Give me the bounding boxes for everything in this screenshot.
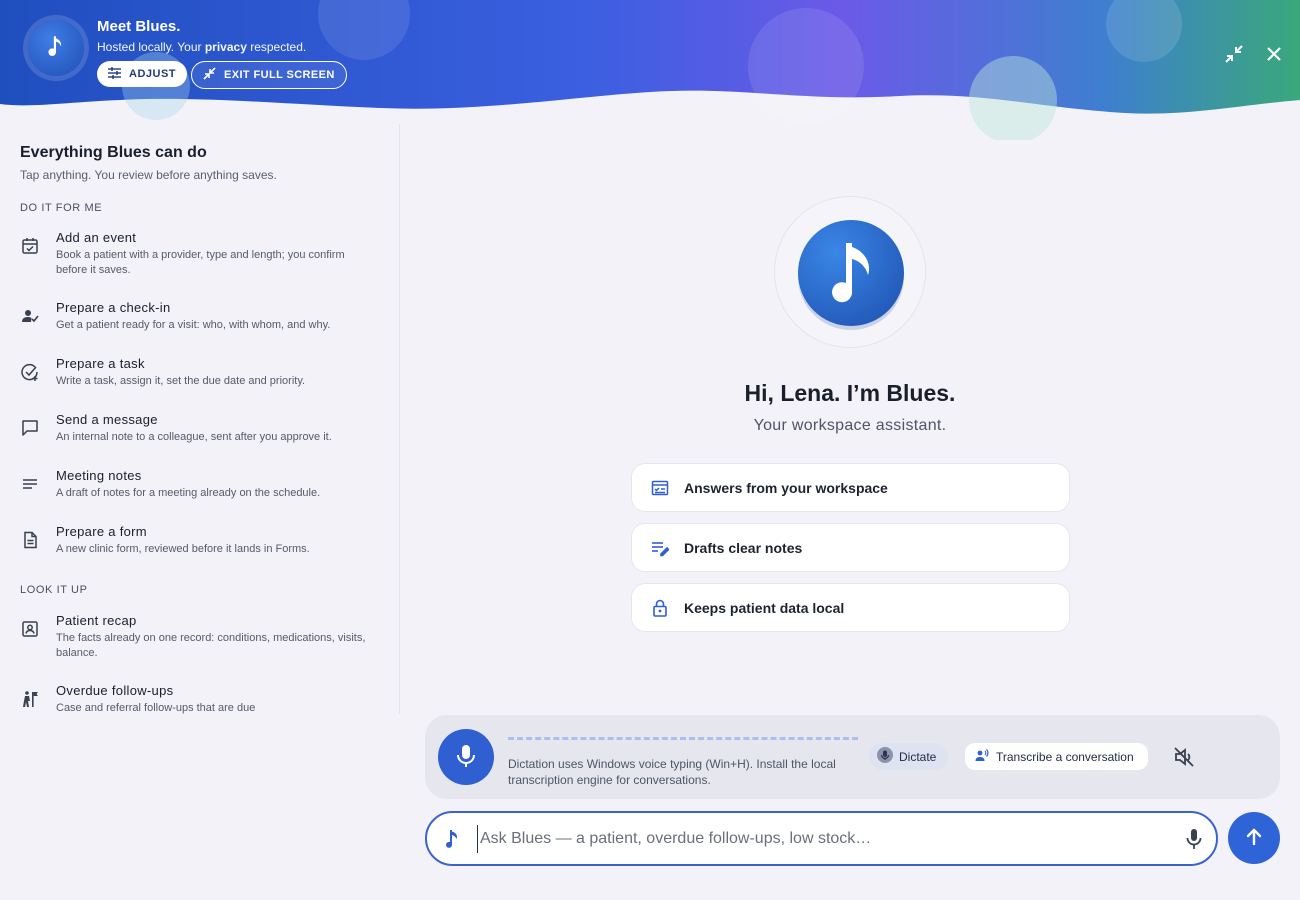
feature-label: Keeps patient data local <box>684 599 845 616</box>
item-description: Get a patient ready for a visit: who, wi… <box>56 319 331 331</box>
item-description: Case and referral follow-ups that are du… <box>56 702 256 714</box>
document-icon <box>20 530 40 550</box>
microphone-icon[interactable] <box>1182 827 1206 851</box>
music-note-icon <box>822 239 880 308</box>
lock-icon <box>650 598 670 618</box>
edit-notes-icon <box>650 538 670 558</box>
item-title: Prepare a check-in <box>56 300 171 315</box>
calendar-check-icon <box>20 236 40 256</box>
sidebar-item-overdue-follow-ups[interactable]: Overdue follow-ups Case and referral fol… <box>14 683 384 714</box>
feature-label: Answers from your workspace <box>684 479 888 496</box>
section-do-it-for-me: DO IT FOR ME <box>20 202 103 214</box>
blues-logo <box>28 20 84 76</box>
exit-fullscreen-button[interactable]: EXIT FULL SCREEN <box>191 61 347 89</box>
item-title: Meeting notes <box>56 468 142 483</box>
waveform-placeholder <box>508 737 858 740</box>
blues-avatar <box>798 220 904 326</box>
task-add-icon <box>20 362 40 382</box>
dictate-button[interactable]: Dictate <box>869 743 949 770</box>
header-subtitle: Hosted locally. Your privacy respected. <box>97 40 306 54</box>
patient-card-icon <box>20 619 40 639</box>
transcribe-label: Transcribe a conversation <box>996 749 1134 764</box>
item-description: A draft of notes for a meeting already o… <box>56 487 321 499</box>
sidebar-item-check-in[interactable]: Prepare a check-in Get a patient ready f… <box>14 300 384 352</box>
send-button[interactable] <box>1228 812 1280 864</box>
header-title: Meet Blues. <box>97 18 181 35</box>
item-description: Book a patient with a provider, type and… <box>56 249 345 276</box>
collapse-icon[interactable] <box>1222 42 1246 66</box>
sliders-icon <box>108 66 121 82</box>
item-title: Overdue follow-ups <box>56 683 174 698</box>
dictation-panel: Dictation uses Windows voice typing (Win… <box>425 715 1280 799</box>
greeting-title: Hi, Lena. I’m Blues. <box>744 380 956 406</box>
dictation-note: Dictation uses Windows voice typing (Win… <box>508 757 836 787</box>
sidebar-item-form[interactable]: Prepare a form A new clinic form, review… <box>14 524 384 576</box>
feature-card-local: Keeps patient data local <box>631 583 1070 632</box>
sidebar-item-task[interactable]: Prepare a task Write a task, assign it, … <box>14 356 384 408</box>
item-title: Send a message <box>56 412 158 427</box>
subtitle-bold: privacy <box>204 40 247 54</box>
follow-up-icon <box>20 689 40 709</box>
sidebar-title: Everything Blues can do <box>20 144 207 161</box>
feature-card-answers: Answers from your workspace <box>631 463 1070 512</box>
item-title: Add an event <box>56 230 137 245</box>
item-title: Prepare a form <box>56 524 147 539</box>
subtitle-text-end: respected. <box>246 40 307 54</box>
adjust-label: ADJUST <box>129 68 177 80</box>
capabilities-sidebar: Everything Blues can do Tap anything. Yo… <box>0 124 400 714</box>
item-title: Patient recap <box>56 613 137 628</box>
record-voice-icon <box>975 748 989 765</box>
dictate-label: Dictate <box>899 749 937 764</box>
sidebar-item-meeting-notes[interactable]: Meeting notes A draft of notes for a mee… <box>14 468 384 520</box>
microphone-icon <box>877 747 893 766</box>
sidebar-item-message[interactable]: Send a message An internal note to a col… <box>14 412 384 464</box>
item-title: Prepare a task <box>56 356 145 371</box>
ask-input[interactable] <box>477 825 1167 853</box>
workspace-check-icon <box>650 478 670 498</box>
header-banner: Meet Blues. Hosted locally. Your privacy… <box>0 0 1300 140</box>
greeting-subtitle: Your workspace assistant. <box>753 417 947 434</box>
item-description: An internal note to a colleague, sent af… <box>56 431 332 443</box>
notes-icon <box>20 474 40 494</box>
ask-input-bar <box>425 811 1218 866</box>
close-icon[interactable] <box>1262 42 1286 66</box>
exit-fullscreen-icon <box>203 67 216 83</box>
person-check-icon <box>20 306 40 326</box>
feature-label: Drafts clear notes <box>684 539 803 556</box>
music-note-icon <box>441 828 463 850</box>
sidebar-item-add-event[interactable]: Add an event Book a patient with a provi… <box>14 230 384 282</box>
adjust-button[interactable]: ADJUST <box>97 61 188 87</box>
transcribe-conversation-button[interactable]: Transcribe a conversation <box>965 743 1148 770</box>
section-look-it-up: LOOK IT UP <box>20 584 88 596</box>
music-note-icon <box>43 33 69 64</box>
message-icon <box>20 418 40 438</box>
arrow-up-icon <box>1244 827 1264 850</box>
item-description: A new clinic form, reviewed before it la… <box>56 543 310 555</box>
voice-mic-button[interactable] <box>438 729 494 785</box>
exit-fullscreen-label: EXIT FULL SCREEN <box>224 69 335 81</box>
item-description: Write a task, assign it, set the due dat… <box>56 375 306 387</box>
sidebar-subtitle: Tap anything. You review before anything… <box>20 168 277 182</box>
sidebar-item-patient-recap[interactable]: Patient recap The facts already on one r… <box>14 613 384 665</box>
microphone-icon <box>456 744 476 771</box>
item-description: The facts already on one record: conditi… <box>56 632 366 659</box>
subtitle-text: Hosted locally. Your <box>97 40 205 54</box>
feature-card-notes: Drafts clear notes <box>631 523 1070 572</box>
volume-off-icon[interactable] <box>1171 744 1197 770</box>
